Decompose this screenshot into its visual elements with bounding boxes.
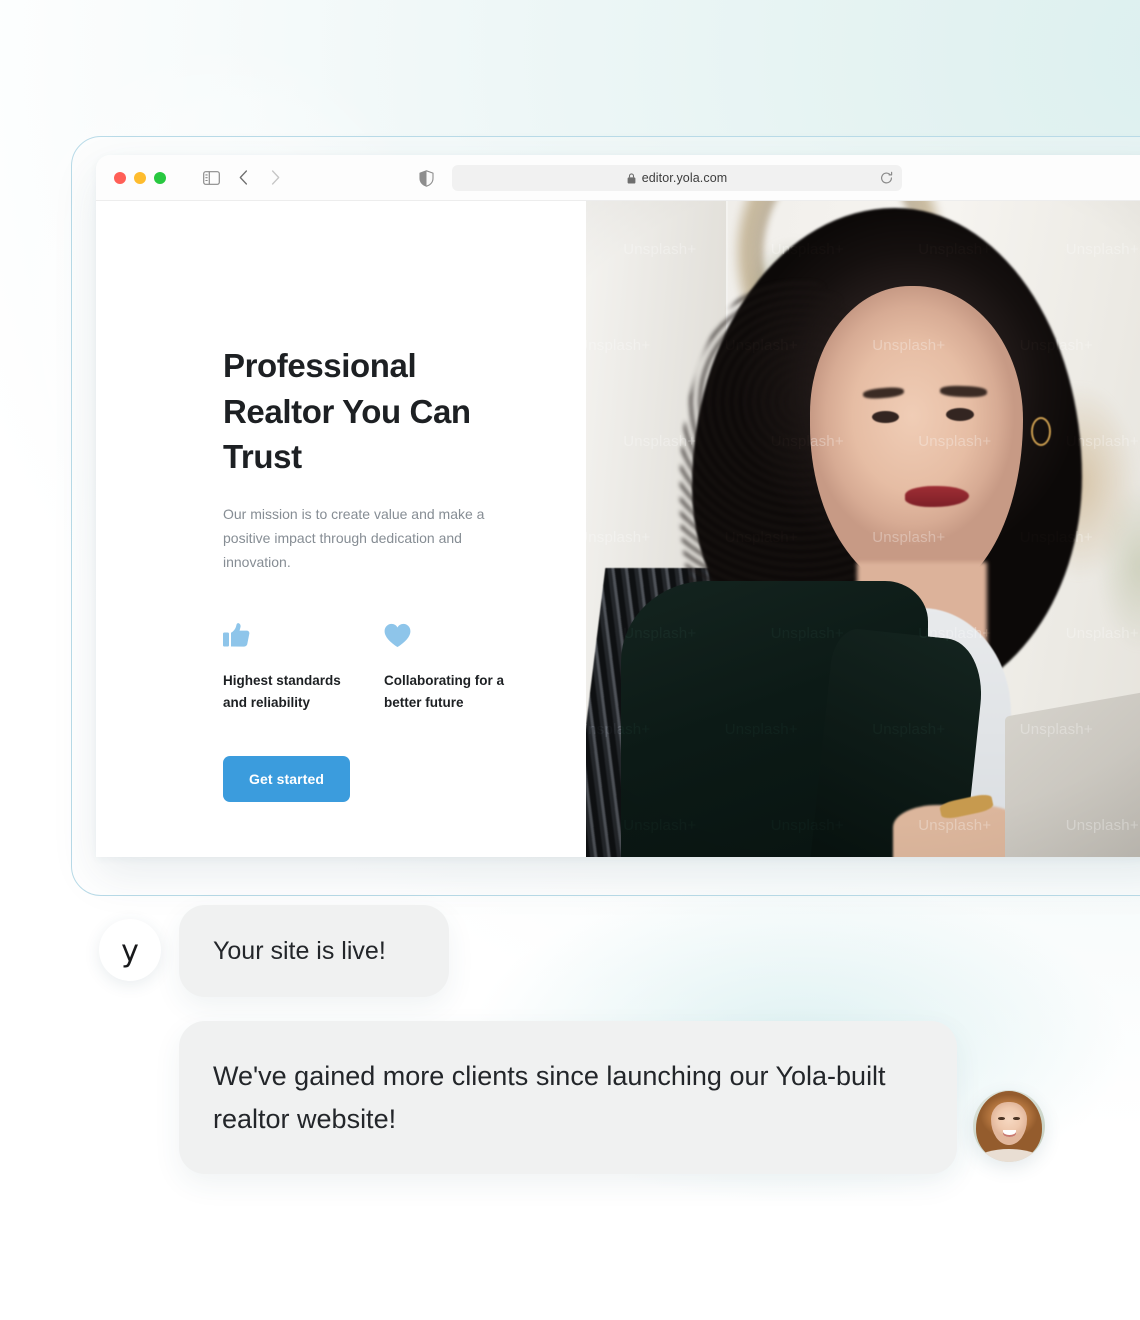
browser-nav-group: [196, 165, 290, 191]
lock-icon: [627, 172, 636, 184]
feature-list: Highest standards and reliability Collab…: [223, 618, 543, 714]
yola-logo-letter: y: [121, 934, 139, 969]
forward-button[interactable]: [260, 165, 290, 191]
reload-icon[interactable]: [880, 171, 893, 185]
get-started-button[interactable]: Get started: [223, 755, 351, 802]
back-button[interactable]: [228, 165, 258, 191]
hero-subcopy: Our mission is to create value and make …: [223, 505, 485, 570]
hero-text-column: Professional Realtor You Can Trust Our m…: [96, 201, 586, 857]
thumbs-up-icon: [223, 618, 382, 648]
page-title: Professional Realtor You Can Trust: [223, 347, 471, 476]
minimize-window-button[interactable]: [134, 171, 146, 184]
sidebar-toggle-icon[interactable]: [196, 165, 226, 191]
url-text: editor.yola.com: [641, 171, 728, 185]
feature-label: Highest standards and reliability: [223, 672, 341, 710]
chat-bubble-client: We've gained more clients since launchin…: [179, 1021, 957, 1175]
window-controls: [114, 171, 166, 184]
hero-photo: Unsplash+ Unsplash+ Unsplash+ Unsplash+ …: [586, 201, 1140, 857]
shield-privacy-icon: [419, 169, 434, 187]
chat-bubble-yola: Your site is live!: [179, 905, 449, 997]
close-window-button[interactable]: [114, 171, 126, 184]
site-viewport: Professional Realtor You Can Trust Our m…: [96, 201, 1140, 857]
heart-icon: [384, 618, 543, 648]
feature-item-collaborating: Collaborating for a better future: [384, 618, 543, 714]
feature-item-standards: Highest standards and reliability: [223, 618, 382, 714]
yola-brand-avatar: y: [99, 919, 161, 981]
maximize-window-button[interactable]: [154, 171, 166, 184]
feature-label: Collaborating for a better future: [384, 672, 505, 710]
browser-window: editor.yola.com Professional Realtor You…: [96, 155, 1140, 857]
hero-photo-image: [586, 201, 1140, 857]
privacy-shield-button[interactable]: [419, 155, 434, 201]
client-avatar: [973, 1090, 1045, 1162]
browser-titlebar: editor.yola.com: [96, 155, 1140, 201]
address-bar[interactable]: editor.yola.com: [452, 165, 902, 191]
